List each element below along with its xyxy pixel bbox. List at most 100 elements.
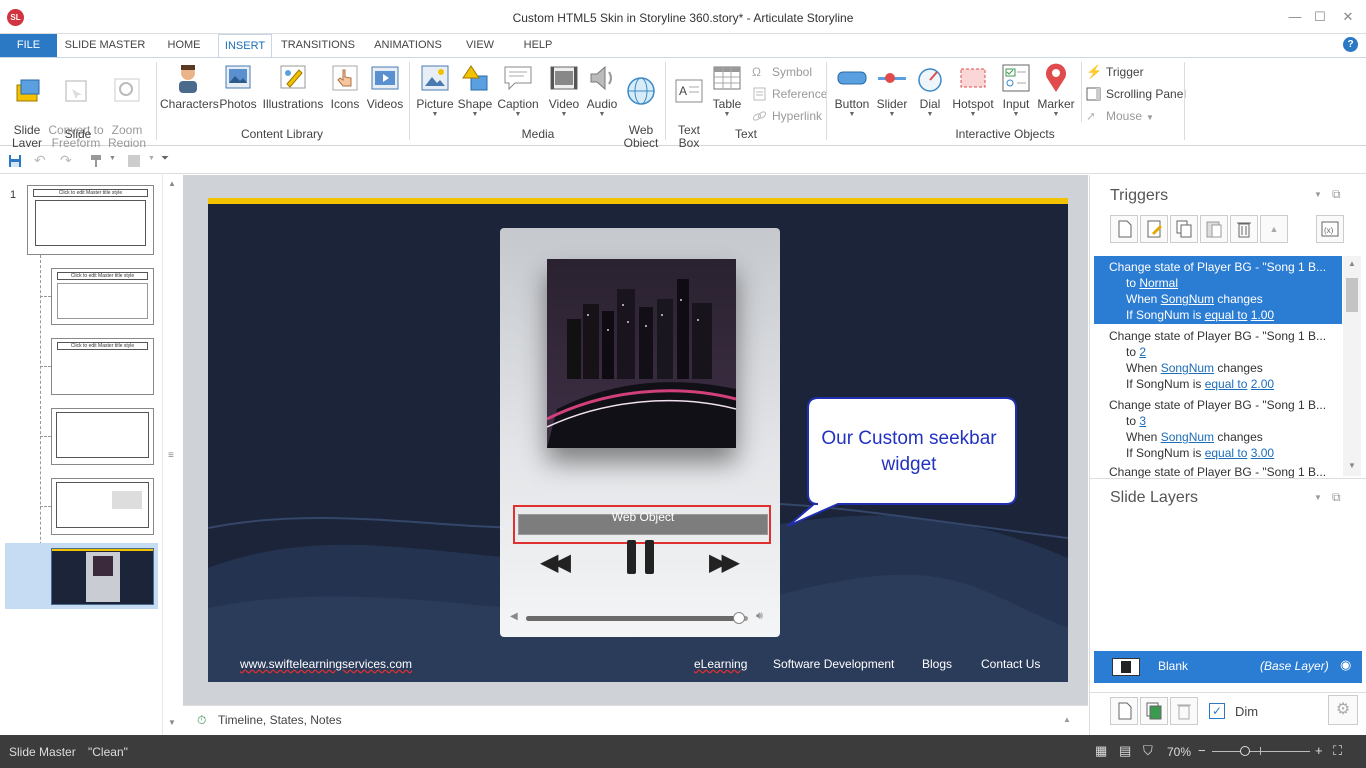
- help-icon[interactable]: ?: [1343, 37, 1358, 52]
- normal-view-icon[interactable]: ▦: [1095, 743, 1107, 759]
- layout-thumbnail[interactable]: Click to edit Master title style: [51, 268, 154, 325]
- slide-view-icon[interactable]: ▤: [1119, 743, 1131, 759]
- maximize-icon[interactable]: ☐: [1305, 6, 1335, 28]
- reference-button[interactable]: Reference: [752, 85, 827, 103]
- delete-layer-icon[interactable]: [1170, 697, 1198, 725]
- zoom-out-icon[interactable]: −: [1198, 743, 1206, 758]
- tab-transitions[interactable]: TRANSITIONS: [278, 34, 358, 57]
- trigger-item[interactable]: Change state of Player BG - "Song 1 B...…: [1094, 257, 1342, 325]
- zoom-level[interactable]: 70%: [1167, 745, 1191, 759]
- preview-icon[interactable]: ⛉: [1143, 743, 1153, 759]
- zoom-slider-track[interactable]: [1212, 751, 1310, 752]
- trigger-state-link[interactable]: Normal: [1139, 276, 1178, 290]
- layout-thumbnail[interactable]: [51, 478, 154, 535]
- expand-up-icon[interactable]: ▲: [1063, 715, 1071, 724]
- tab-file[interactable]: FILE: [0, 34, 57, 57]
- input-button[interactable]: Input ▼: [998, 62, 1034, 119]
- slides-scrollbar[interactable]: ▲ ≡ ▼: [162, 175, 182, 735]
- scroll-thumb[interactable]: [1346, 278, 1358, 312]
- trigger-condition-link[interactable]: equal to: [1205, 446, 1248, 460]
- caption-button[interactable]: Caption ▼: [496, 62, 540, 119]
- splitter-grip-icon[interactable]: ≡: [168, 450, 174, 461]
- marker-button[interactable]: Marker ▼: [1036, 62, 1076, 119]
- volume-slider-track[interactable]: [526, 612, 748, 624]
- redo-icon[interactable]: ↷: [60, 152, 72, 169]
- active-layout-thumbnail[interactable]: [51, 548, 154, 605]
- footer-link-blogs[interactable]: Blogs: [922, 657, 952, 671]
- footer-link-contact[interactable]: Contact Us: [981, 657, 1040, 671]
- trigger-variable-link[interactable]: SongNum: [1161, 430, 1214, 444]
- slide-stage[interactable]: Web Object ◀◀ ▶▶ ◀ 🔊︎ Our Custom seekbar…: [208, 198, 1068, 682]
- new-trigger-icon[interactable]: [1110, 215, 1138, 243]
- trigger-state-link[interactable]: 2: [1139, 345, 1146, 359]
- button-button[interactable]: Button ▼: [830, 62, 874, 119]
- tab-slide-master[interactable]: SLIDE MASTER: [62, 34, 148, 57]
- photos-button[interactable]: Photos: [218, 62, 258, 111]
- trigger-value-link[interactable]: 2.00: [1251, 377, 1274, 391]
- move-up-icon[interactable]: ▲: [1260, 215, 1288, 243]
- volume-high-icon[interactable]: 🔊︎: [756, 610, 763, 623]
- trigger-item[interactable]: Change state of Player BG - "Song 1 B...…: [1094, 395, 1342, 463]
- trigger-condition-link[interactable]: equal to: [1205, 377, 1248, 391]
- copy-trigger-icon[interactable]: [1170, 215, 1198, 243]
- trigger-condition-link[interactable]: equal to: [1205, 308, 1248, 322]
- collapse-icon[interactable]: ▼: [1314, 493, 1322, 502]
- fast-forward-icon[interactable]: ▶▶: [709, 548, 740, 577]
- trigger-variable-link[interactable]: SongNum: [1161, 361, 1214, 375]
- picture-button[interactable]: Picture ▼: [414, 62, 456, 119]
- illustrations-button[interactable]: Illustrations: [260, 62, 326, 111]
- chevron-down-icon[interactable]: ▼: [148, 155, 155, 162]
- dim-checkbox[interactable]: ✓: [1209, 703, 1225, 719]
- slider-button[interactable]: Slider ▼: [874, 62, 910, 119]
- video-button[interactable]: Video ▼: [544, 62, 584, 119]
- master-thumbnail[interactable]: Click to edit Master title style: [27, 185, 154, 255]
- web-object-selection[interactable]: Web Object: [513, 505, 771, 544]
- scroll-down-icon[interactable]: ▼: [1348, 461, 1356, 470]
- rewind-icon[interactable]: ◀◀: [540, 548, 571, 577]
- triggers-scrollbar[interactable]: ▲ ▼: [1343, 256, 1361, 476]
- customize-toolbar-icon[interactable]: ⏷: [161, 153, 169, 164]
- mouse-button[interactable]: ➚ Mouse ▼: [1086, 107, 1154, 125]
- trigger-item[interactable]: Change state of Player BG - "Song 1 B...…: [1094, 326, 1342, 394]
- trigger-variable-link[interactable]: SongNum: [1161, 292, 1214, 306]
- zoom-slider-knob[interactable]: [1240, 746, 1250, 756]
- trigger-value-link[interactable]: 1.00: [1251, 308, 1274, 322]
- fit-to-window-icon[interactable]: ⛶: [1333, 743, 1342, 759]
- layout-thumbnail[interactable]: [51, 408, 154, 465]
- new-layer-icon[interactable]: [1110, 697, 1138, 725]
- scroll-up-icon[interactable]: ▲: [168, 179, 176, 188]
- table-button[interactable]: Table ▼: [708, 62, 746, 119]
- characters-button[interactable]: Characters: [160, 62, 219, 111]
- footer-url[interactable]: www.swiftelearningservices.com: [240, 657, 412, 671]
- pause-bar-right[interactable]: [645, 540, 654, 574]
- paste-trigger-icon[interactable]: [1200, 215, 1228, 243]
- layout-thumbnail[interactable]: Click to edit Master title style: [51, 338, 154, 395]
- format-painter-icon[interactable]: [90, 154, 104, 168]
- scroll-up-icon[interactable]: ▲: [1348, 259, 1356, 268]
- duplicate-layer-icon[interactable]: [1140, 697, 1168, 725]
- pause-bar-left[interactable]: [627, 540, 636, 574]
- volume-low-icon[interactable]: ◀: [510, 611, 518, 622]
- dial-button[interactable]: Dial ▼: [912, 62, 948, 119]
- symbol-button[interactable]: Ω Symbol: [752, 63, 812, 81]
- scroll-down-icon[interactable]: ▼: [168, 718, 176, 727]
- footer-link-elearning[interactable]: eLearning: [694, 657, 747, 671]
- timeline-bar[interactable]: ⏱ Timeline, States, Notes ▲: [183, 705, 1088, 735]
- save-icon[interactable]: [8, 154, 22, 168]
- scrolling-panel-button[interactable]: Scrolling Panel: [1086, 85, 1186, 103]
- tab-view[interactable]: VIEW: [462, 34, 498, 57]
- icons-button[interactable]: Icons: [328, 62, 362, 111]
- insert-slide-icon[interactable]: [127, 154, 141, 168]
- trigger-state-link[interactable]: 3: [1139, 414, 1146, 428]
- tab-help[interactable]: HELP: [518, 34, 558, 57]
- shape-button[interactable]: Shape ▼: [456, 62, 494, 119]
- variables-icon[interactable]: (x): [1316, 215, 1344, 243]
- eye-icon[interactable]: ◉: [1340, 657, 1351, 673]
- trigger-item-partial[interactable]: Change state of Player BG - "Song 1 B...: [1094, 464, 1342, 478]
- layer-properties-icon[interactable]: ⚙: [1328, 695, 1358, 725]
- undo-icon[interactable]: ↶: [34, 152, 46, 169]
- footer-link-software[interactable]: Software Development: [773, 657, 894, 671]
- audio-button[interactable]: Audio ▼: [584, 62, 620, 119]
- hotspot-button[interactable]: Hotspot ▼: [950, 62, 996, 119]
- videos-button[interactable]: Videos: [364, 62, 406, 111]
